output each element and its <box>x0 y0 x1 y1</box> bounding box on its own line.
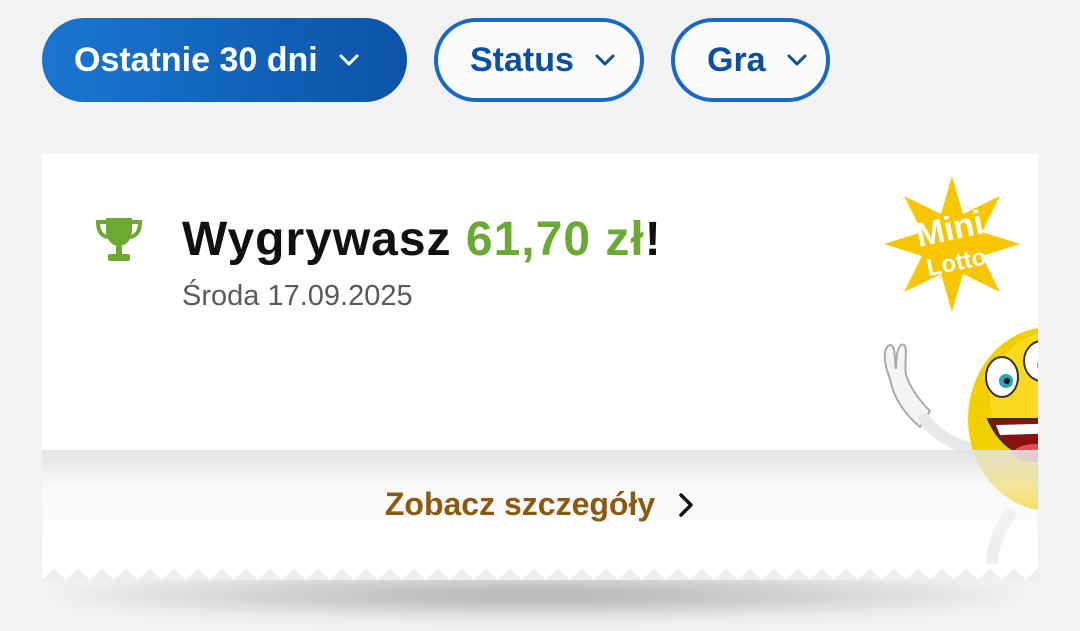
ticket-serrated-top-edge <box>42 152 1038 168</box>
period-filter-button[interactable]: Ostatnie 30 dni <box>42 18 407 102</box>
win-title-suffix: ! <box>644 213 662 266</box>
see-details-link[interactable]: Zobacz szczegóły <box>42 486 1038 523</box>
trophy-icon <box>94 216 144 264</box>
win-title: Wygrywasz 61,70 zł! <box>182 212 662 267</box>
filter-bar: Ostatnie 30 dni Status Gra <box>42 18 830 102</box>
draw-date: Środa 17.09.2025 <box>182 280 413 312</box>
ticket-card[interactable]: Wygrywasz 61,70 zł! Środa 17.09.2025 Min… <box>42 154 1038 580</box>
ticket-serrated-bottom-edge <box>42 564 1038 580</box>
chevron-down-icon <box>786 49 808 71</box>
win-amount: 61,70 zł <box>465 213 645 266</box>
status-filter-button[interactable]: Status <box>434 18 644 102</box>
chevron-down-icon <box>338 49 360 71</box>
mini-lotto-logo: Mini Lotto <box>882 174 1022 314</box>
chevron-down-icon <box>594 49 616 71</box>
chevron-right-icon <box>677 491 695 519</box>
game-filter-label: Gra <box>707 40 766 79</box>
status-filter-label: Status <box>470 40 574 79</box>
game-filter-button[interactable]: Gra <box>671 18 830 102</box>
period-filter-label: Ostatnie 30 dni <box>74 40 318 79</box>
see-details-label: Zobacz szczegóły <box>384 486 656 522</box>
win-title-prefix: Wygrywasz <box>182 213 466 266</box>
